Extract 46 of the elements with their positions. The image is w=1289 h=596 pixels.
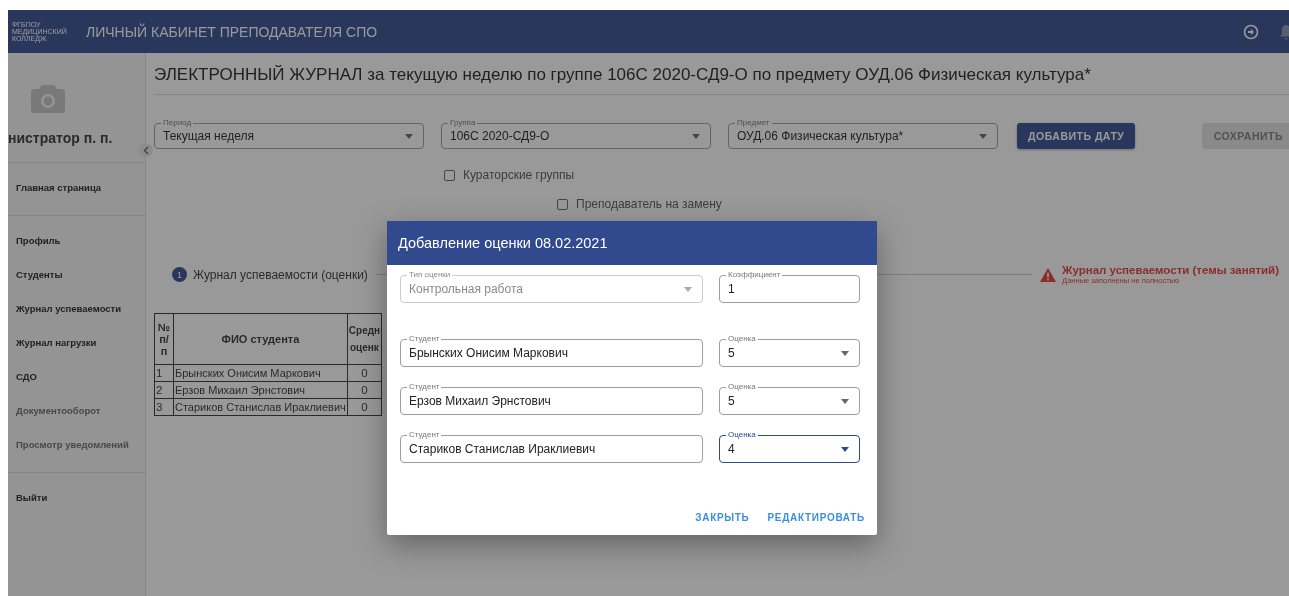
checkbox[interactable] [557, 198, 568, 210]
step-label[interactable]: Журнал успеваемости (оценки) [193, 267, 368, 282]
user-name: нистратор п. п. [8, 130, 114, 148]
camera-icon [31, 85, 65, 113]
table-cell: Брынских Онисим Маркович [173, 364, 348, 382]
column-header: Средн оценк [347, 313, 382, 365]
warning-icon [1040, 267, 1057, 282]
caret-icon [684, 286, 692, 292]
page-title: ЭЛЕКТРОННЫЙ ЖУРНАЛ за текущую неделю по группе 106С 2020-СД9-О по предмету ОУД.06 Физическая культура* [154, 53, 1289, 95]
table-cell: 1 [154, 364, 174, 382]
caret-icon [841, 350, 849, 356]
bell-icon[interactable] [1279, 23, 1289, 40]
sidebar-item[interactable]: Выйти [8, 481, 145, 515]
app-title: ЛИЧНЫЙ КАБИНЕТ ПРЕПОДАВАТЕЛЯ СПО [86, 23, 378, 40]
arrow-circle-icon[interactable] [1243, 23, 1259, 40]
sidebar-item[interactable]: Профиль [8, 224, 145, 258]
table-cell: 2 [154, 381, 174, 399]
checkbox-label: Преподаватель на замену [576, 197, 722, 211]
add-date-button[interactable]: ДОБАВИТЬ ДАТУ [1017, 123, 1136, 149]
sidebar-item[interactable]: Главная страница [8, 171, 145, 205]
dialog-title: Добавление оценки 08.02.2021 [387, 221, 877, 265]
sidebar-item[interactable]: СДО [8, 360, 145, 394]
table-cell: Ерзов Михаил Эрнстович [173, 381, 348, 399]
caret-icon [979, 133, 987, 139]
table-cell: Стариков Станислав Ираклиевич [173, 398, 348, 416]
caret-icon [692, 133, 700, 139]
dialog-button[interactable]: РЕДАКТИРОВАТЬ [767, 512, 865, 523]
table-cell: 3 [154, 398, 174, 416]
caret-icon [841, 398, 849, 404]
step-number: 1 [172, 267, 187, 282]
collapse-button[interactable] [139, 143, 153, 157]
caret-icon [841, 446, 849, 452]
table-cell: 0 [347, 398, 382, 416]
chevron-left-icon [143, 145, 149, 155]
sidebar-item[interactable]: Студенты [8, 258, 145, 292]
table-cell: 0 [347, 381, 382, 399]
dialog-button[interactable]: ЗАКРЫТЬ [695, 512, 750, 523]
checkbox-label: Кураторские группы [463, 168, 575, 182]
step-label[interactable]: Журнал успеваемости (темы занятий) [1062, 264, 1279, 276]
column-header: ФИО студента [173, 313, 348, 365]
sidebar-item[interactable]: Журнал нагрузки [8, 326, 145, 360]
sidebar-item[interactable]: Журнал успеваемости [8, 292, 145, 326]
caret-icon [405, 133, 413, 139]
checkbox[interactable] [444, 169, 455, 181]
column-header: № п/п [154, 313, 174, 365]
table-cell: 0 [347, 364, 382, 382]
